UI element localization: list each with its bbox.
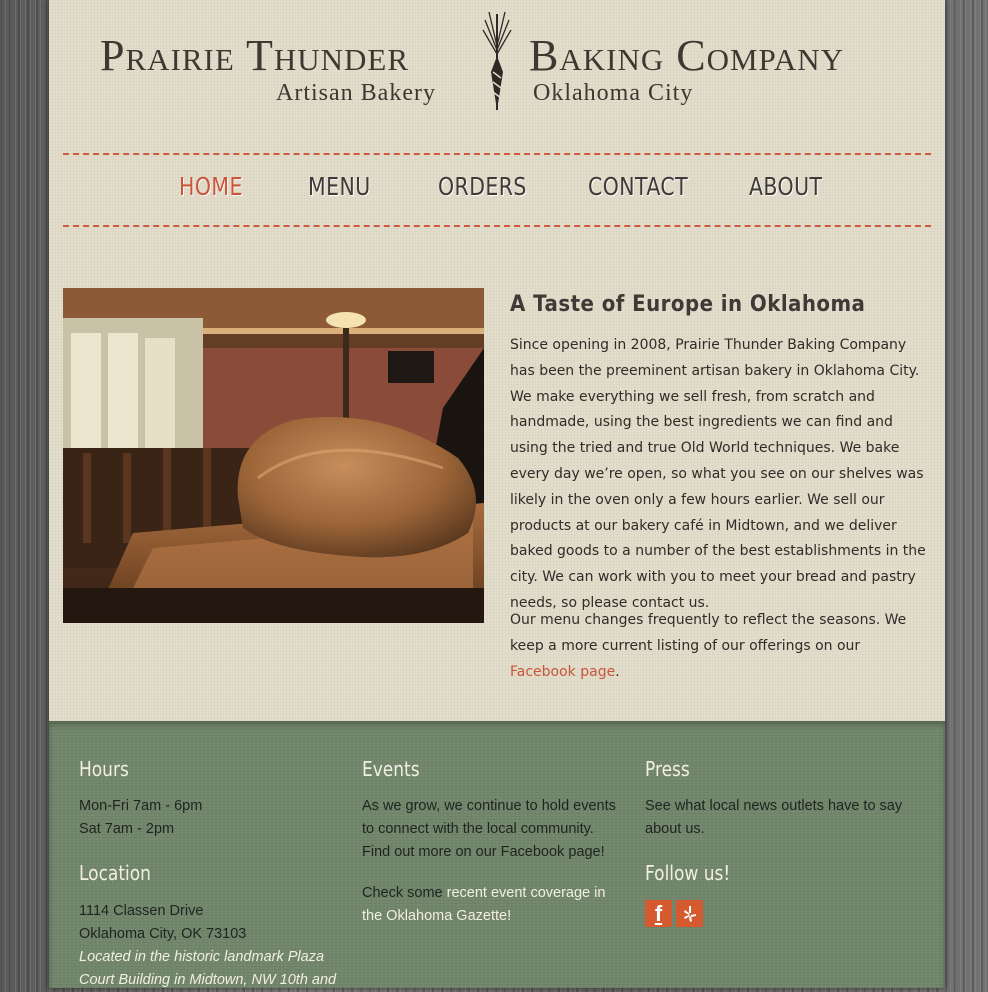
press-heading: Press — [645, 757, 690, 781]
nav-divider-top — [63, 153, 931, 155]
address-city: Oklahoma City, OK 73103 — [79, 926, 247, 942]
nav-home[interactable]: HOME — [179, 172, 243, 201]
menu-paragraph-end: . — [615, 663, 620, 680]
nav-menu[interactable]: MENU — [308, 172, 371, 201]
nav-divider-bottom — [63, 225, 931, 227]
logo-subtitle-left: Artisan Bakery — [276, 80, 436, 106]
location-text: 1114 Classen Drive Oklahoma City, OK 731… — [79, 900, 336, 992]
facebook-page-link[interactable]: Facebook page — [510, 664, 615, 680]
events-coverage-text: Check some — [362, 885, 447, 901]
main-nav: HOME MENU ORDERS CONTACT ABOUT — [49, 160, 945, 216]
hours-heading: Hours — [79, 757, 129, 781]
bread-photo — [63, 288, 484, 623]
events-text: As we grow, we continue to hold events t… — [362, 798, 616, 860]
hours-saturday: Sat 7am - 2pm — [79, 821, 175, 837]
hours-text: Mon-Fri 7am - 6pm Sat 7am - 2pm — [79, 795, 202, 841]
events-heading: Events — [362, 757, 420, 781]
yelp-icon[interactable] — [676, 900, 703, 927]
facebook-icon[interactable]: f — [645, 900, 672, 927]
page: Prairie Thunder Baking Company Artisan B… — [49, 0, 945, 988]
location-note-1: Located in the historic landmark Plaza — [79, 949, 325, 965]
location-heading: Location — [79, 861, 151, 885]
menu-paragraph-text: Our menu changes frequently to reflect t… — [510, 612, 907, 654]
press-text: See what local news outlets have to say … — [645, 798, 903, 837]
intro-heading: A Taste of Europe in Oklahoma — [510, 292, 866, 317]
events-coverage: Check some recent event coverage in the … — [362, 882, 617, 928]
logo-title-right: Baking Company — [529, 31, 845, 80]
nav-orders[interactable]: ORDERS — [438, 172, 527, 201]
hours-weekday: Mon-Fri 7am - 6pm — [79, 798, 203, 814]
intro-paragraph: Since opening in 2008, Prairie Thunder B… — [510, 337, 926, 611]
wheat-icon — [482, 11, 512, 110]
nav-contact[interactable]: CONTACT — [588, 172, 688, 201]
follow-heading: Follow us! — [645, 861, 731, 885]
address-street: 1114 Classen Drive — [79, 903, 204, 919]
footer: Hours Mon-Fri 7am - 6pm Sat 7am - 2pm Lo… — [49, 721, 945, 988]
nav-about[interactable]: ABOUT — [749, 172, 822, 201]
logo-subtitle-right: Oklahoma City — [533, 80, 694, 106]
menu-paragraph: Our menu changes frequently to reflect t… — [510, 608, 930, 685]
main-content: Prairie Thunder Baking Company Artisan B… — [49, 0, 945, 721]
location-note-2: Court Building in Midtown, NW 10th and — [79, 972, 337, 988]
logo-title-left: Prairie Thunder — [100, 31, 410, 80]
